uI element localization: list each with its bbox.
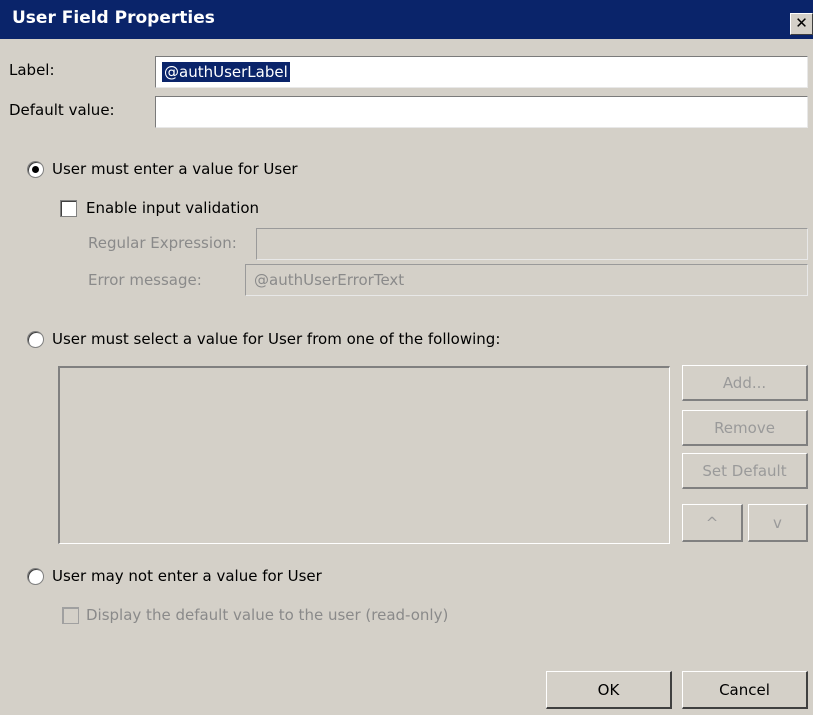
user-field-properties-dialog: User Field Properties ✕ Label: @authUser… <box>0 0 813 715</box>
display-default-checkbox[interactable] <box>62 607 79 624</box>
error-message-label: Error message: <box>88 271 202 289</box>
enable-validation-label[interactable]: Enable input validation <box>86 199 259 217</box>
title-bar[interactable]: User Field Properties <box>0 0 813 39</box>
radio-select-value[interactable] <box>27 331 44 348</box>
default-value-label: Default value: <box>9 101 115 119</box>
ok-button[interactable]: OK <box>546 671 672 709</box>
set-default-button[interactable]: Set Default <box>682 453 808 489</box>
label-input-value: @authUserLabel <box>162 62 290 82</box>
remove-button[interactable]: Remove <box>682 410 808 446</box>
move-down-button[interactable]: v <box>748 504 808 542</box>
move-up-button[interactable]: ^ <box>682 504 743 542</box>
add-button[interactable]: Add... <box>682 365 808 401</box>
regex-label: Regular Expression: <box>88 234 237 252</box>
radio-enter-value-label[interactable]: User must enter a value for User <box>52 160 298 178</box>
regex-input[interactable] <box>256 228 808 260</box>
display-default-label[interactable]: Display the default value to the user (r… <box>86 606 448 624</box>
error-message-value: @authUserErrorText <box>254 271 405 289</box>
label-input[interactable]: @authUserLabel <box>155 56 808 88</box>
enable-validation-checkbox[interactable] <box>60 200 77 217</box>
radio-no-value[interactable] <box>27 568 44 585</box>
radio-no-value-label[interactable]: User may not enter a value for User <box>52 567 322 585</box>
close-button[interactable]: ✕ <box>790 13 813 35</box>
radio-enter-value[interactable] <box>27 161 44 178</box>
radio-select-value-label[interactable]: User must select a value for User from o… <box>52 330 500 348</box>
error-message-input[interactable]: @authUserErrorText <box>245 264 808 296</box>
values-listbox[interactable] <box>58 366 670 544</box>
default-value-input[interactable] <box>155 96 808 128</box>
label-field-label: Label: <box>9 61 55 79</box>
cancel-button[interactable]: Cancel <box>682 671 808 709</box>
dialog-title: User Field Properties <box>12 8 215 28</box>
close-icon: ✕ <box>795 14 808 32</box>
